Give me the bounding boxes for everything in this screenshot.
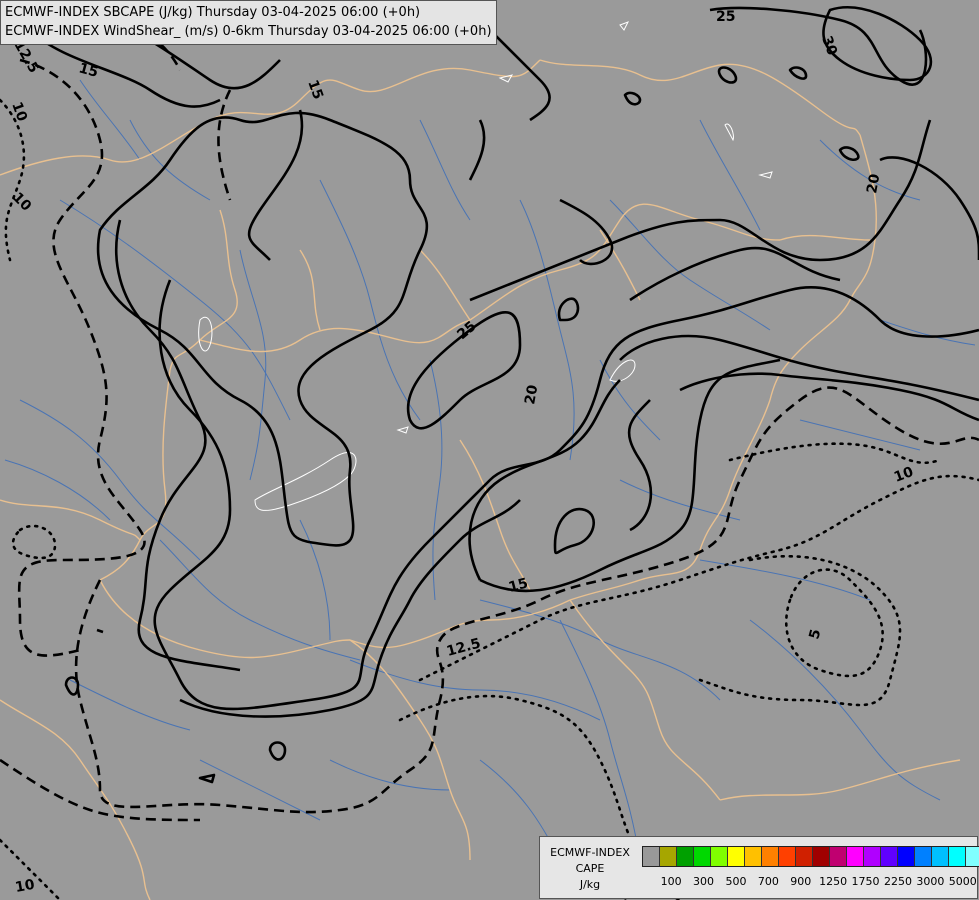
- legend-tick-300: 300: [693, 875, 715, 888]
- contour-label-10-sw: 10: [14, 877, 36, 896]
- legend-tick-labels: 100 300 500 700 900 1250 1750 2250 3000 5000: [642, 875, 977, 889]
- legend-tick-5000: 5000: [948, 875, 977, 888]
- legend-swatch-11: [830, 847, 847, 866]
- title-line-windshear: ECMWF-INDEX WindShear_ (m/s) 0-6km Thurs…: [5, 24, 492, 39]
- legend-title-line1: ECMWF-INDEX: [550, 846, 630, 859]
- legend-tick-1750: 1750: [851, 875, 880, 888]
- legend-tick-100: 100: [660, 875, 682, 888]
- legend-tick-3000: 3000: [916, 875, 945, 888]
- legend-swatch-12: [847, 847, 864, 866]
- legend-swatch-18: [949, 847, 966, 866]
- legend-swatch-0: [643, 847, 660, 866]
- legend-swatch-1: [660, 847, 677, 866]
- legend-swatch-6: [745, 847, 762, 866]
- title-line-cape: ECMWF-INDEX SBCAPE (J/kg) Thursday 03-04…: [5, 5, 421, 20]
- contour-label-20-right: 20: [864, 172, 883, 194]
- weather-map: 25 30 20 25 20 15 12.5 10 5 15 15 12.5 1…: [0, 0, 979, 900]
- legend-unit: J/kg: [579, 878, 601, 891]
- legend-swatch-5: [728, 847, 745, 866]
- legend-tick-500: 500: [725, 875, 747, 888]
- legend-swatch-4: [711, 847, 728, 866]
- legend-swatch-17: [932, 847, 949, 866]
- legend-color-scale: [642, 846, 979, 867]
- contour-label-25-top: 25: [716, 9, 735, 25]
- legend-tick-700: 700: [757, 875, 779, 888]
- legend-swatch-16: [915, 847, 932, 866]
- legend-swatch-15: [898, 847, 915, 866]
- legend-swatch-2: [677, 847, 694, 866]
- legend-title-line2: CAPE: [575, 862, 605, 875]
- legend-tick-2250: 2250: [883, 875, 912, 888]
- legend-swatch-3: [694, 847, 711, 866]
- legend-swatch-14: [881, 847, 898, 866]
- legend-tick-900: 900: [790, 875, 812, 888]
- map-background: [0, 0, 979, 900]
- legend-swatch-7: [762, 847, 779, 866]
- legend-swatch-19: [966, 847, 979, 866]
- legend-swatch-13: [864, 847, 881, 866]
- legend-swatch-9: [796, 847, 813, 866]
- contour-label-20-center: 20: [522, 383, 541, 405]
- legend-tick-1250: 1250: [819, 875, 848, 888]
- legend-swatch-8: [779, 847, 796, 866]
- cape-legend: ECMWF-INDEX CAPE J/kg 100 300 500 700 900 125…: [539, 836, 979, 899]
- legend-swatch-10: [813, 847, 830, 866]
- map-title-box: ECMWF-INDEX SBCAPE (J/kg) Thursday 03-04…: [0, 0, 497, 45]
